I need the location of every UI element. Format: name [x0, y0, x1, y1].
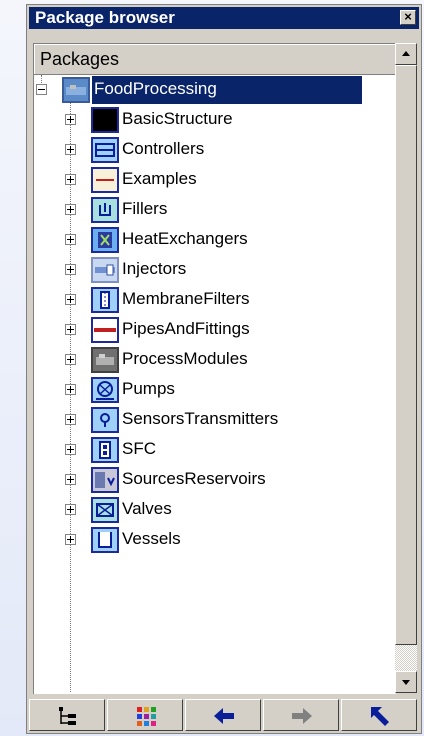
- close-button[interactable]: ×: [400, 10, 416, 25]
- package-browser-window: Package browser × Packages FoodProcessin…: [26, 4, 422, 734]
- tree-item-pumps[interactable]: Pumps: [34, 375, 396, 405]
- tree-item-valves[interactable]: Valves: [34, 495, 396, 525]
- expand-toggle[interactable]: [65, 264, 76, 275]
- grid-view-icon: [137, 707, 156, 726]
- heat-exchangers-icon: [91, 227, 119, 253]
- tree-item-label: ProcessModules: [122, 349, 248, 368]
- tree-item-label: Fillers: [122, 199, 168, 218]
- bottom-toolbar: [29, 699, 419, 731]
- tree-item-basicstructure[interactable]: BasicStructure: [34, 105, 396, 135]
- expand-toggle[interactable]: [65, 474, 76, 485]
- examples-icon: [91, 167, 119, 193]
- collapse-toggle[interactable]: [36, 84, 47, 95]
- expand-toggle[interactable]: [65, 534, 76, 545]
- tree-item-processmodules[interactable]: ProcessModules: [34, 345, 396, 375]
- tree-item-label: FoodProcessing: [94, 79, 217, 98]
- back-button[interactable]: [185, 699, 261, 731]
- scroll-down-button[interactable]: [395, 671, 417, 693]
- forward-button[interactable]: [263, 699, 339, 731]
- expand-toggle[interactable]: [65, 144, 76, 155]
- expand-toggle[interactable]: [65, 414, 76, 425]
- expand-toggle[interactable]: [65, 384, 76, 395]
- injectors-icon: [91, 257, 119, 283]
- window-title: Package browser: [35, 8, 175, 27]
- expand-toggle[interactable]: [65, 504, 76, 515]
- packages-column-header[interactable]: Packages: [34, 44, 396, 75]
- tree-item-label: Examples: [122, 169, 197, 188]
- tree-item-membranefilters[interactable]: MembraneFilters: [34, 285, 396, 315]
- tree-item-label: PipesAndFittings: [122, 319, 250, 338]
- expand-toggle[interactable]: [65, 114, 76, 125]
- expand-toggle[interactable]: [65, 294, 76, 305]
- vertical-scrollbar[interactable]: [395, 43, 417, 693]
- tree-item-label: Controllers: [122, 139, 205, 158]
- tree-item-label: Pumps: [122, 379, 175, 398]
- tree-item-sensorstransmitters[interactable]: SensorsTransmitters: [34, 405, 396, 435]
- arrow-down-icon: [402, 680, 410, 685]
- tree-item-label: SFC: [122, 439, 156, 458]
- tree-item-label: Injectors: [122, 259, 187, 278]
- controllers-icon: [91, 137, 119, 163]
- expand-toggle[interactable]: [65, 324, 76, 335]
- expand-toggle[interactable]: [65, 174, 76, 185]
- tree-item-label: SensorsTransmitters: [122, 409, 279, 428]
- tree-item-heatexchangers[interactable]: HeatExchangers: [34, 225, 396, 255]
- packages-header-label: Packages: [40, 49, 120, 69]
- tree-item-label: Valves: [122, 499, 172, 518]
- tree-item-examples[interactable]: Examples: [34, 165, 396, 195]
- sources-reservoirs-icon: [91, 467, 119, 493]
- vessels-icon: [91, 527, 119, 553]
- fillers-icon: [91, 197, 119, 223]
- tree-item-pipesandfittings[interactable]: PipesAndFittings: [34, 315, 396, 345]
- tree-item-label: Vessels: [122, 529, 181, 548]
- food-processing-icon: [62, 77, 90, 103]
- sensors-transmitters-icon: [91, 407, 119, 433]
- tree-item-label: SourcesReservoirs: [122, 469, 266, 488]
- pipes-and-fittings-icon: [91, 317, 119, 343]
- basic-structure-icon: [91, 107, 119, 133]
- grid-view-button[interactable]: [107, 699, 183, 731]
- expand-toggle[interactable]: [65, 234, 76, 245]
- arrow-up-left-icon: [371, 707, 389, 726]
- title-bar[interactable]: Package browser ×: [29, 7, 419, 29]
- process-modules-icon: [91, 347, 119, 373]
- tree-item-label: HeatExchangers: [122, 229, 248, 248]
- package-tree[interactable]: Packages FoodProcessing BasicStructure C…: [33, 43, 396, 694]
- tree-item-foodprocessing[interactable]: FoodProcessing: [34, 75, 396, 105]
- desktop-background: Package browser × Packages FoodProcessin…: [0, 0, 424, 736]
- tree-item-label: MembraneFilters: [122, 289, 250, 308]
- membrane-filters-icon: [91, 287, 119, 313]
- tree-view-button[interactable]: [29, 699, 105, 731]
- arrow-left-icon: [214, 708, 234, 724]
- tree-item-fillers[interactable]: Fillers: [34, 195, 396, 225]
- tree-item-sfc[interactable]: SFC: [34, 435, 396, 465]
- sfc-icon: [91, 437, 119, 463]
- tree-view-icon: [59, 707, 76, 725]
- tree-item-label: BasicStructure: [122, 109, 233, 128]
- tree-item-controllers[interactable]: Controllers: [34, 135, 396, 165]
- up-button[interactable]: [341, 699, 417, 731]
- expand-toggle[interactable]: [65, 444, 76, 455]
- scroll-thumb[interactable]: [395, 65, 417, 645]
- tree-body: FoodProcessing BasicStructure Controller…: [34, 75, 396, 694]
- expand-toggle[interactable]: [65, 354, 76, 365]
- tree-item-sourcesreservoirs[interactable]: SourcesReservoirs: [34, 465, 396, 495]
- expand-toggle[interactable]: [65, 204, 76, 215]
- tree-item-injectors[interactable]: Injectors: [34, 255, 396, 285]
- arrow-right-icon: [292, 708, 312, 724]
- tree-item-vessels[interactable]: Vessels: [34, 525, 396, 555]
- arrow-up-icon: [402, 51, 410, 56]
- valves-icon: [91, 497, 119, 523]
- scroll-up-button[interactable]: [395, 43, 417, 65]
- pumps-icon: [91, 377, 119, 403]
